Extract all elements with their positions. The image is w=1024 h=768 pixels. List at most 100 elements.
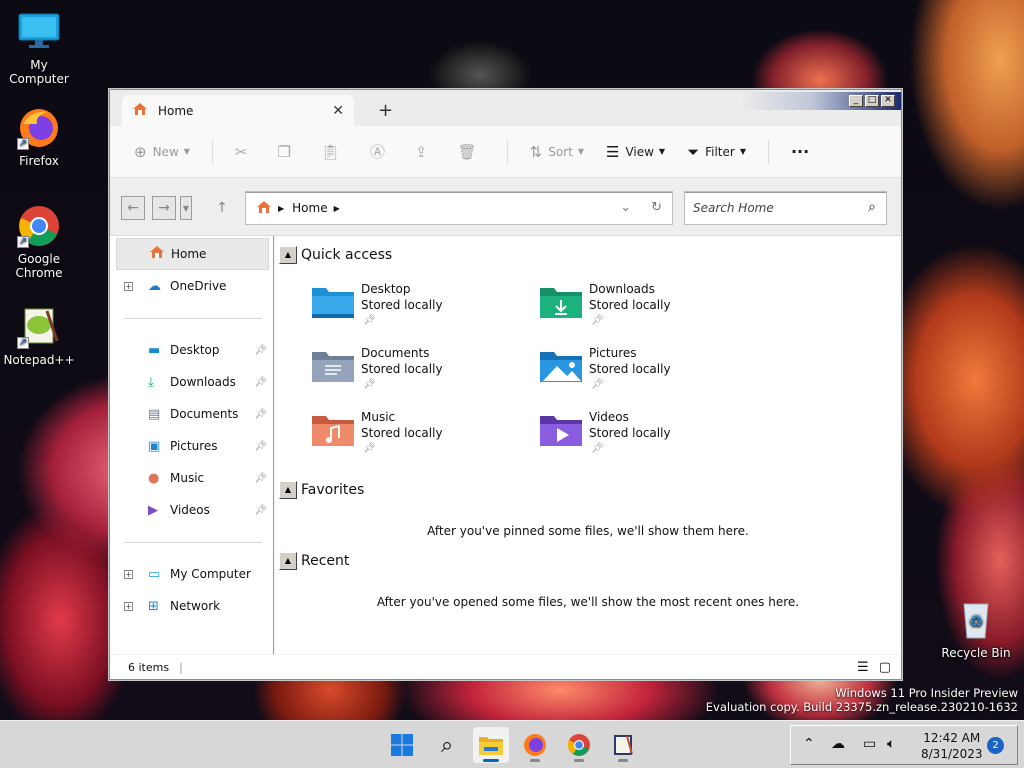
- close-tab-icon[interactable]: ✕: [332, 103, 344, 119]
- details-view-icon[interactable]: ☰: [857, 660, 869, 675]
- cloud-offline-icon[interactable]: ☁: [831, 736, 845, 752]
- new-tab-button[interactable]: +: [378, 100, 393, 121]
- start-button[interactable]: [384, 727, 420, 763]
- nav-item-home[interactable]: Home: [116, 238, 269, 270]
- search-icon[interactable]: ⌕: [868, 199, 876, 215]
- desktop-icon-firefox[interactable]: ↗ Firefox: [0, 106, 78, 168]
- nav-label: Network: [170, 599, 221, 613]
- nav-item-music[interactable]: ● Music 📌︎: [116, 462, 269, 494]
- maximize-button[interactable]: □: [865, 95, 879, 107]
- expand-icon[interactable]: +: [124, 281, 133, 291]
- folder-tile-videos[interactable]: Videos Stored locally 📌︎: [539, 406, 759, 462]
- breadcrumb-home[interactable]: Home: [292, 201, 327, 215]
- address-dropdown-icon[interactable]: ⌄: [620, 200, 631, 215]
- minimize-button[interactable]: _: [849, 95, 863, 107]
- document-icon: ▤: [148, 406, 161, 422]
- delete-icon[interactable]: 🗑︎: [458, 143, 477, 161]
- chevron-right-icon[interactable]: ▶: [334, 204, 340, 213]
- pictures-folder-icon: [540, 352, 582, 382]
- picture-icon: ▣: [148, 438, 161, 454]
- section-favorites[interactable]: ▲ Favorites: [279, 481, 364, 499]
- desktop-icon-my-computer[interactable]: My Computer: [0, 10, 78, 86]
- taskbar-firefox[interactable]: [517, 727, 553, 763]
- back-button[interactable]: ←: [121, 196, 145, 220]
- clock[interactable]: 12:42 AM 8/31/2023: [921, 730, 983, 762]
- filter-button[interactable]: ⏷ Filter ▼: [687, 143, 746, 161]
- network-icon[interactable]: ▭: [863, 736, 876, 752]
- paste-icon[interactable]: 📋︎: [321, 143, 340, 161]
- clock-date: 8/31/2023: [921, 747, 983, 761]
- recent-locations-button[interactable]: ▼: [180, 196, 192, 220]
- folder-tile-documents[interactable]: Documents Stored locally 📌︎: [311, 342, 531, 398]
- folder-tile-downloads[interactable]: Downloads Stored locally 📌︎: [539, 278, 759, 334]
- windows-watermark: Windows 11 Pro Insider Preview Evaluatio…: [706, 686, 1018, 714]
- toolbar-separator: [506, 139, 508, 164]
- taskbar: ⌕ ⌃ ☁ ▭ 🔈︎ 12:42 AM 8/31/2023 2: [0, 720, 1024, 768]
- desktop-icon-recycle-bin[interactable]: ♻ Recycle Bin: [936, 598, 1016, 660]
- chevron-down-icon: ▼: [739, 147, 746, 156]
- notification-badge[interactable]: 2: [987, 737, 1004, 754]
- shortcut-arrow-icon: ↗: [17, 138, 29, 150]
- tiles-view-icon[interactable]: ▢: [879, 660, 891, 675]
- new-button[interactable]: ⊕ New ▼: [134, 143, 190, 161]
- folder-tile-music[interactable]: Music Stored locally 📌︎: [311, 406, 531, 462]
- nav-item-videos[interactable]: ▶ Videos 📌︎: [116, 494, 269, 526]
- running-indicator: [530, 759, 540, 762]
- tab-home[interactable]: Home ✕: [122, 95, 354, 126]
- close-window-button[interactable]: ✕: [881, 95, 895, 107]
- folder-tile-pictures[interactable]: Pictures Stored locally 📌︎: [539, 342, 759, 398]
- windows-logo-icon: [391, 734, 413, 756]
- section-recent[interactable]: ▲ Recent: [279, 552, 349, 570]
- nav-item-downloads[interactable]: ⤓ Downloads 📌︎: [116, 366, 269, 398]
- chevron-down-icon: ▼: [183, 147, 190, 156]
- caption-buttons: _ □ ✕: [849, 95, 895, 107]
- folder-tile-desktop[interactable]: Desktop Stored locally 📌︎: [311, 278, 531, 334]
- title-bar[interactable]: Home ✕ + _ □ ✕: [110, 90, 901, 126]
- nav-item-pictures[interactable]: ▣ Pictures 📌︎: [116, 430, 269, 462]
- toolbar-separator: [211, 139, 213, 164]
- volume-icon[interactable]: 🔈︎: [887, 736, 895, 752]
- taskbar-chrome[interactable]: [561, 727, 597, 763]
- expand-icon[interactable]: +: [124, 601, 133, 611]
- pin-icon: 📌︎: [254, 344, 267, 356]
- nav-item-desktop[interactable]: ▬ Desktop 📌︎: [116, 334, 269, 366]
- arrow-right-icon: →: [158, 200, 170, 216]
- watermark-line-1: Windows 11 Pro Insider Preview: [835, 686, 1018, 700]
- forward-button[interactable]: →: [152, 196, 176, 220]
- nav-label: Downloads: [170, 375, 236, 389]
- taskbar-search-button[interactable]: ⌕: [429, 727, 465, 763]
- nav-label: Home: [171, 247, 207, 261]
- folder-name: Music: [361, 410, 396, 424]
- nav-item-documents[interactable]: ▤ Documents 📌︎: [116, 398, 269, 430]
- chevron-up-icon[interactable]: ⌃: [803, 736, 815, 752]
- taskbar-notepadpp[interactable]: [605, 727, 641, 763]
- desktop-icon-notepadpp[interactable]: ↗ Notepad++: [0, 305, 78, 367]
- refresh-icon[interactable]: ↻: [651, 200, 662, 215]
- desktop-icon-chrome[interactable]: ↗ Google Chrome: [0, 204, 78, 280]
- taskbar-file-explorer[interactable]: [473, 727, 509, 763]
- expand-icon[interactable]: +: [124, 569, 133, 579]
- cut-icon[interactable]: ✂: [235, 143, 248, 161]
- collapse-icon[interactable]: ▲: [279, 481, 297, 499]
- desktop-icon-label: Notepad++: [3, 353, 75, 367]
- nav-item-onedrive[interactable]: + ☁ OneDrive: [116, 270, 269, 302]
- collapse-icon[interactable]: ▲: [279, 552, 297, 570]
- view-button[interactable]: ☰ View ▼: [606, 143, 665, 161]
- section-quick-access[interactable]: ▲ Quick access: [279, 246, 392, 264]
- share-icon[interactable]: ⇪: [415, 143, 428, 161]
- folder-name: Documents: [361, 346, 430, 360]
- collapse-icon[interactable]: ▲: [279, 246, 297, 264]
- folder-location: Stored locally: [589, 362, 671, 376]
- search-input[interactable]: Search Home ⌕: [684, 191, 887, 225]
- notepadpp-icon: [614, 735, 633, 755]
- sort-button[interactable]: ⇅ Sort ▼: [530, 143, 584, 161]
- copy-icon[interactable]: ❐: [278, 143, 291, 161]
- address-field[interactable]: ▶ Home ▶ ⌄ ↻: [245, 191, 673, 225]
- rename-icon[interactable]: Ⓐ: [370, 141, 385, 162]
- nav-item-my-computer[interactable]: + ▭ My Computer: [116, 558, 269, 590]
- arrow-left-icon: ←: [127, 200, 139, 216]
- nav-item-network[interactable]: + ⊞ Network: [116, 590, 269, 622]
- section-title: Quick access: [301, 247, 393, 263]
- more-options-button[interactable]: ···: [791, 142, 809, 161]
- up-button[interactable]: ↑: [210, 196, 234, 220]
